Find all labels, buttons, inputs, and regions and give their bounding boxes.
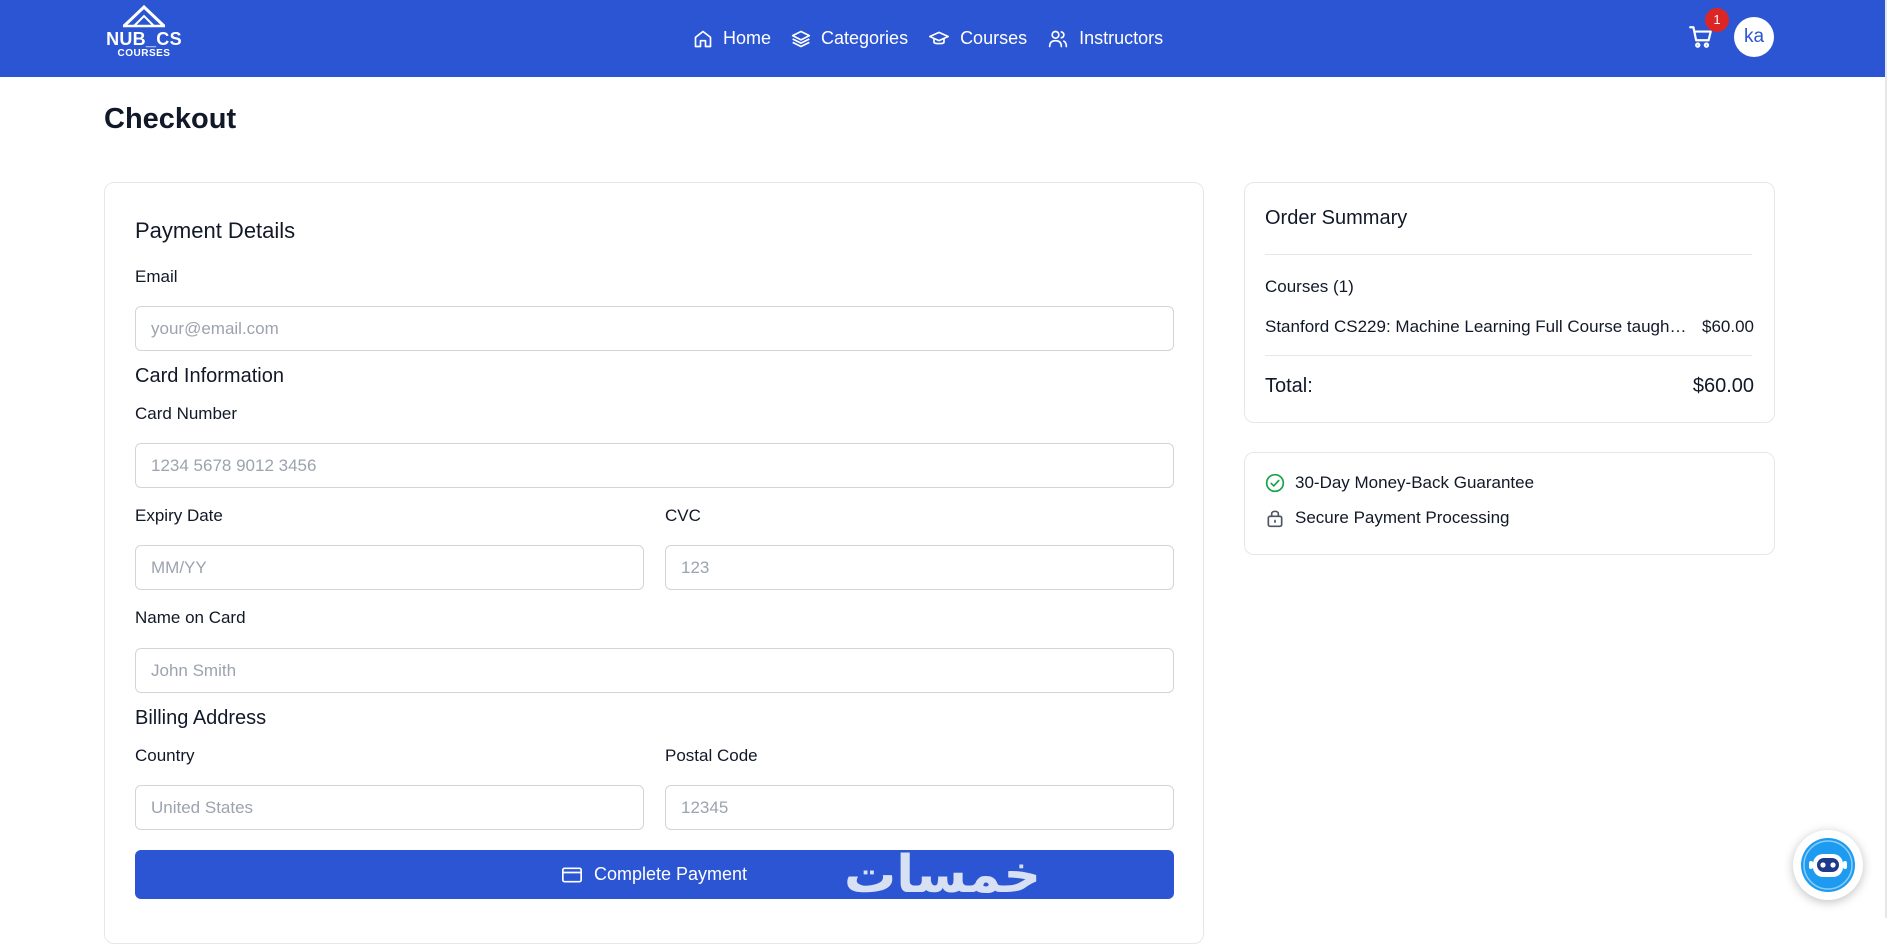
name-on-card-field[interactable] [135, 648, 1174, 693]
nav-item-home[interactable]: Home [693, 28, 771, 49]
order-item-price: $60.00 [1702, 317, 1754, 336]
country-field[interactable] [135, 785, 644, 830]
logo-title: NUB_CS [106, 29, 182, 49]
credit-card-icon [561, 867, 582, 882]
nav-item-courses[interactable]: Courses [928, 28, 1027, 49]
courses-count-label: Courses (1) [1265, 277, 1354, 296]
order-summary-heading: Order Summary [1265, 207, 1408, 229]
check-circle-icon [1265, 473, 1285, 493]
user-avatar[interactable]: ka [1734, 17, 1774, 57]
email-field[interactable] [135, 306, 1174, 351]
secure-payment: Secure Payment Processing [1265, 508, 1510, 528]
guarantee-label: Secure Payment Processing [1295, 508, 1510, 527]
home-icon [694, 30, 712, 47]
order-item-title: Stanford CS229: Machine Learning Full Co… [1265, 317, 1691, 336]
layers-icon [791, 30, 811, 47]
lock-icon [1267, 510, 1283, 528]
chatbot-button[interactable] [1793, 830, 1863, 900]
top-navbar: NUB_CS COURSES Home Categories Courses I… [0, 0, 1885, 77]
payment-details-heading: Payment Details [135, 218, 296, 243]
order-summary-card: Order Summary Courses (1) Stanford CS229… [1244, 182, 1775, 423]
logo-roof-icon [122, 4, 166, 28]
nav-item-label: Home [723, 28, 772, 48]
billing-address-heading: Billing Address [135, 707, 267, 729]
robot-icon [1801, 838, 1855, 892]
guarantee-label: 30-Day Money-Back Guarantee [1295, 473, 1535, 492]
site-logo[interactable]: NUB_CS COURSES [104, 4, 184, 66]
payment-details-card: Payment Details Email Card Information C… [104, 182, 1204, 944]
card-information-heading: Card Information [135, 365, 284, 387]
watermark-logo: خمسات [843, 845, 1042, 905]
logo-subtitle: COURSES [117, 48, 171, 59]
email-label: Email [135, 267, 178, 286]
cart-count-badge: 1 [1705, 8, 1729, 32]
nav-item-categories[interactable]: Categories [791, 28, 908, 49]
postal-code-label: Postal Code [665, 746, 758, 765]
cvc-field[interactable] [665, 545, 1174, 590]
nav-item-label: Categories [821, 28, 909, 48]
summary-divider [1265, 355, 1752, 356]
main-nav: Home Categories Courses Instructors [693, 0, 1183, 77]
postal-code-field[interactable] [665, 785, 1174, 830]
nav-item-label: Courses [960, 28, 1028, 48]
graduation-cap-icon [929, 31, 950, 44]
users-icon [1048, 30, 1068, 47]
guarantees-card: 30-Day Money-Back Guarantee Secure Payme… [1244, 452, 1775, 555]
expiry-date-field[interactable] [135, 545, 644, 590]
summary-divider [1265, 254, 1752, 255]
card-number-label: Card Number [135, 404, 238, 423]
cvc-label: CVC [665, 506, 701, 525]
total-value: $60.00 [1692, 375, 1754, 397]
total-label: Total: [1265, 375, 1313, 397]
money-back-guarantee: 30-Day Money-Back Guarantee [1265, 473, 1534, 493]
nav-item-label: Instructors [1079, 28, 1164, 48]
complete-payment-label: Complete Payment [593, 864, 748, 884]
card-number-field[interactable] [135, 443, 1174, 488]
page-title: Checkout [104, 103, 237, 135]
nav-item-instructors[interactable]: Instructors [1047, 28, 1163, 49]
country-label: Country [135, 746, 195, 765]
name-on-card-label: Name on Card [135, 608, 246, 627]
expiry-date-label: Expiry Date [135, 506, 223, 525]
